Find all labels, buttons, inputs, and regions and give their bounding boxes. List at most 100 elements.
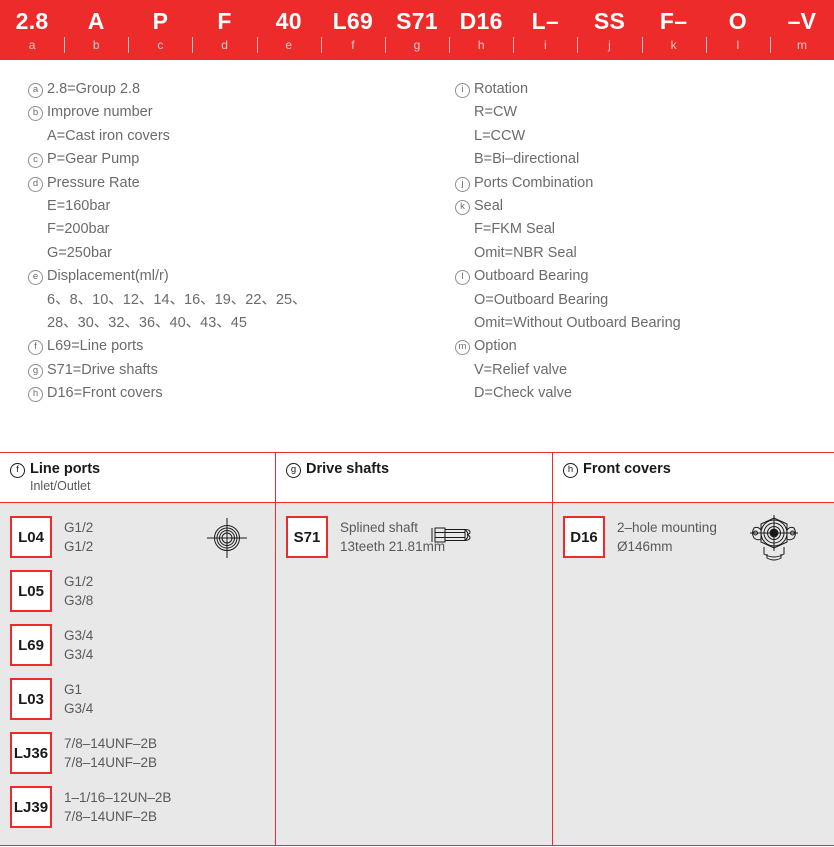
letter-cell-f: f bbox=[320, 36, 385, 54]
legend-line-text: F=FKM Seal bbox=[474, 221, 555, 238]
legend-section: a 2.8=Group 2.8 b Improve number A=Cast iron… bbox=[0, 60, 834, 406]
legend-line-text: G=250bar bbox=[47, 244, 112, 261]
legend-line: a 2.8=Group 2.8 bbox=[28, 78, 417, 101]
port-symbol-icon bbox=[205, 516, 249, 560]
spec-line-2: G1/2 bbox=[64, 539, 94, 554]
letter-cell-c: c bbox=[128, 36, 192, 54]
column-body-line-ports: L04 G1/2 G1/2 L05 G1/2 G3/8 L69 G3/4 G3/4 L03 G1 G3… bbox=[0, 503, 275, 845]
legend-line-text: Displacement(ml/r) bbox=[47, 268, 169, 285]
code-cell-f: L69 bbox=[332, 8, 374, 34]
legend-line: E=160bar bbox=[28, 195, 417, 218]
column-body-front-covers: D16 2–hole mounting Ø146mm bbox=[553, 503, 834, 845]
code-cell-e: 40 bbox=[275, 8, 302, 34]
legend-line-text: Improve number bbox=[47, 104, 153, 121]
legend-line: i Rotation bbox=[455, 78, 834, 101]
option-spec-text: G1 G3/4 bbox=[64, 680, 93, 718]
column-title-front-covers: h Front covers bbox=[563, 460, 834, 478]
legend-line-text: L=CCW bbox=[474, 127, 526, 144]
legend-line-text: F=200bar bbox=[47, 221, 110, 238]
legend-line-text: S71=Drive shafts bbox=[47, 361, 158, 378]
spec-line-1: 1–1/16–12UN–2B bbox=[64, 790, 172, 805]
option-code-box: D16 bbox=[563, 516, 605, 558]
option-code-box: LJ39 bbox=[10, 786, 52, 828]
code-cell-d: F bbox=[217, 8, 232, 34]
option-code-box: LJ36 bbox=[10, 732, 52, 774]
option-code-box: L04 bbox=[10, 516, 52, 558]
marker-circle-h: h bbox=[563, 463, 578, 478]
flange-cover-icon bbox=[748, 514, 800, 564]
option-spec-text: G1/2 G3/8 bbox=[64, 572, 93, 610]
legend-line-text: D16=Front covers bbox=[47, 385, 163, 402]
option-code-box: L69 bbox=[10, 624, 52, 666]
letter-cell-b: b bbox=[64, 36, 128, 54]
legend-line-text: L69=Line ports bbox=[47, 338, 144, 355]
legend-line: g S71=Drive shafts bbox=[28, 359, 417, 382]
letter-cell-k: k bbox=[641, 36, 706, 54]
legend-line-text: A=Cast iron covers bbox=[47, 127, 170, 144]
legend-line-text: Rotation bbox=[474, 81, 529, 97]
legend-line: V=Relief valve bbox=[455, 359, 834, 382]
column-title-drive-shafts: g Drive shafts bbox=[286, 460, 552, 478]
letter-cell-j: j bbox=[577, 36, 641, 54]
legend-line-text: Omit=Without Outboard Bearing bbox=[474, 315, 681, 332]
table-row: D16 2–hole mounting Ø146mm bbox=[553, 514, 834, 561]
option-spec-text: 1–1/16–12UN–2B 7/8–14UNF–2B bbox=[64, 788, 171, 826]
legend-line: m Option bbox=[455, 335, 834, 358]
marker-circle-d: d bbox=[28, 176, 43, 192]
marker-circle-g: g bbox=[28, 363, 43, 379]
marker-circle-b: b bbox=[28, 106, 43, 122]
column-title-text: Front covers bbox=[583, 461, 671, 477]
legend-line-text: Ports Combination bbox=[474, 174, 594, 191]
spec-line-1: 2–hole mounting bbox=[617, 520, 717, 535]
code-cell-a: 2.8 bbox=[15, 8, 49, 34]
legend-line: e Displacement(ml/r) bbox=[28, 265, 417, 288]
legend-line-text: 28、30、32、36、40、43、45 bbox=[47, 315, 247, 332]
letter-cell-h: h bbox=[449, 36, 513, 54]
table-column-line-ports: f Line ports Inlet/Outlet L04 G1/2 G1/2 L05 G… bbox=[0, 453, 275, 845]
legend-line: 6、8、10、12、14、16、19、22、25、 bbox=[28, 289, 417, 312]
table-row: L04 G1/2 G1/2 bbox=[0, 514, 275, 560]
spec-line-2: 7/8–14UNF–2B bbox=[64, 809, 158, 824]
legend-line-text: P=Gear Pump bbox=[47, 151, 140, 168]
marker-circle-e: e bbox=[28, 270, 43, 286]
table-row: LJ39 1–1/16–12UN–2B 7/8–14UNF–2B bbox=[0, 784, 275, 830]
legend-line: f L69=Line ports bbox=[28, 335, 417, 358]
table-row: L05 G1/2 G3/8 bbox=[0, 568, 275, 614]
code-cell-h: D16 bbox=[459, 8, 503, 34]
legend-line: R=CW bbox=[455, 101, 834, 124]
spec-line-1: G1/2 bbox=[64, 520, 94, 535]
spec-line-1: G1/2 bbox=[64, 574, 94, 589]
legend-line-text: Pressure Rate bbox=[47, 174, 140, 191]
legend-line: O=Outboard Bearing bbox=[455, 289, 834, 312]
option-spec-text: Splined shaft 13teeth 21.81mm bbox=[340, 518, 445, 556]
code-cell-m: –V bbox=[787, 8, 817, 34]
spec-line-1: G3/4 bbox=[64, 628, 94, 643]
marker-circle-k: k bbox=[455, 200, 470, 216]
legend-line: 28、30、32、36、40、43、45 bbox=[28, 312, 417, 335]
column-header-line-ports: f Line ports Inlet/Outlet bbox=[0, 453, 275, 503]
legend-line: j Ports Combination bbox=[455, 172, 834, 195]
legend-line-text: O=Outboard Bearing bbox=[474, 291, 609, 308]
column-subtitle-line-ports: Inlet/Outlet bbox=[30, 479, 91, 493]
legend-line: A=Cast iron covers bbox=[28, 125, 417, 148]
code-cell-b: A bbox=[87, 8, 105, 34]
letter-cell-m: m bbox=[769, 36, 834, 54]
legend-line: B=Bi–directional bbox=[455, 148, 834, 171]
marker-circle-c: c bbox=[28, 153, 43, 169]
marker-circle-l: l bbox=[455, 270, 470, 286]
table-row: LJ36 7/8–14UNF–2B 7/8–14UNF–2B bbox=[0, 730, 275, 776]
column-title-text: Line ports bbox=[30, 461, 101, 477]
legend-line-text: 2.8=Group 2.8 bbox=[47, 81, 141, 97]
legend-line: F=200bar bbox=[28, 218, 417, 241]
option-code-box: L05 bbox=[10, 570, 52, 612]
table-row: L03 G1 G3/4 bbox=[0, 676, 275, 722]
legend-line-text: 6、8、10、12、14、16、19、22、25、 bbox=[47, 291, 307, 308]
spec-line-2: 13teeth 21.81mm bbox=[340, 539, 446, 554]
column-body-drive-shafts: S71 Splined shaft 13teeth 21.81mm bbox=[276, 503, 552, 845]
legend-line: h D16=Front covers bbox=[28, 382, 417, 405]
splined-shaft-icon bbox=[431, 520, 479, 550]
model-code-letter-row: a b c d e f g h i j k l m bbox=[0, 36, 834, 60]
letter-cell-a: a bbox=[28, 38, 36, 52]
table-row: S71 Splined shaft 13teeth 21.81mm bbox=[276, 514, 552, 560]
spec-line-2: Ø146mm bbox=[617, 539, 673, 554]
